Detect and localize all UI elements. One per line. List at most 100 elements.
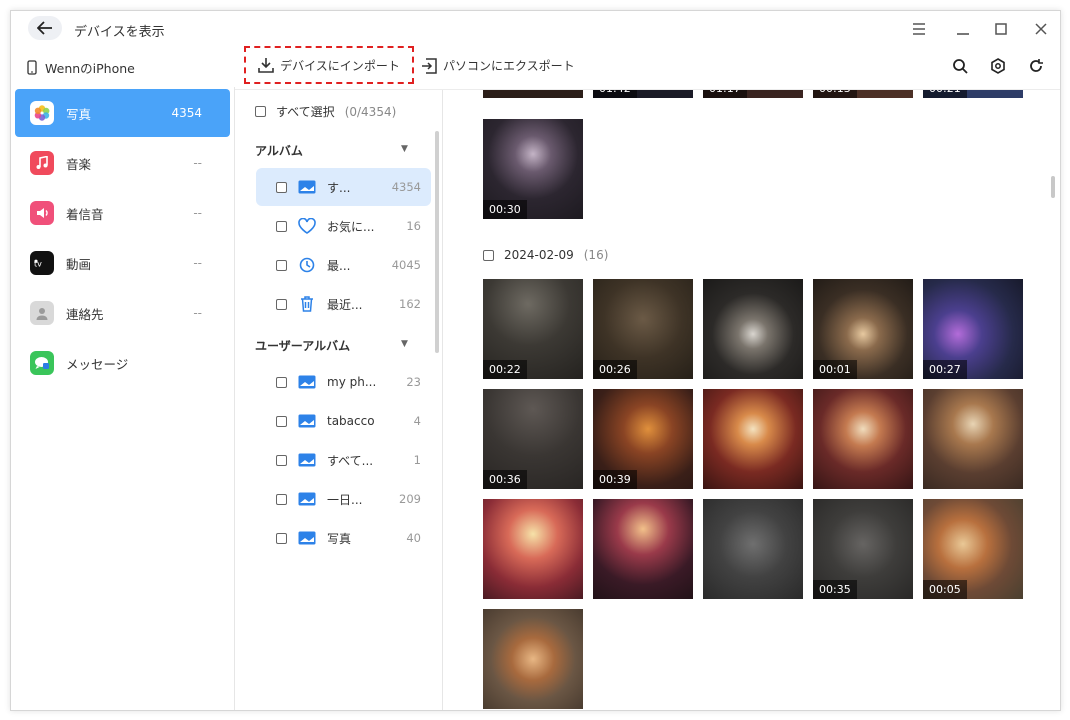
maximize-icon: [995, 23, 1007, 35]
user-album-item[interactable]: my ph... 23: [256, 363, 431, 401]
chevron-down-icon[interactable]: ▼: [401, 144, 408, 154]
refresh-button[interactable]: [1027, 57, 1045, 75]
sidebar-item-label: 動画: [66, 256, 92, 272]
user-album-item[interactable]: 一日... 209: [256, 480, 431, 518]
sidebar-item-contacts[interactable]: 連絡先 --: [15, 289, 230, 337]
sidebar-item-messages[interactable]: メッセージ: [15, 339, 230, 387]
sidebar-item-music[interactable]: 音楽 --: [15, 139, 230, 187]
video-thumbnail[interactable]: 00:36: [483, 389, 583, 489]
video-thumbnail[interactable]: 00:05: [923, 499, 1023, 599]
section-user-albums-label: ユーザーアルバム: [255, 339, 351, 353]
album-item-favorites[interactable]: お気に... 16: [256, 207, 431, 245]
video-thumbnail[interactable]: 00:39: [593, 389, 693, 489]
photo-thumbnail[interactable]: [703, 279, 803, 379]
video-thumbnail[interactable]: 00:01: [813, 279, 913, 379]
video-thumbnail[interactable]: 00:35: [813, 499, 913, 599]
album-name: my ph...: [327, 375, 377, 389]
checkbox[interactable]: [276, 493, 287, 505]
ringtone-icon: [30, 201, 54, 225]
maximize-button[interactable]: [991, 19, 1011, 39]
video-thumbnail[interactable]: 01:17: [703, 90, 803, 98]
sidebar-item-label: 着信音: [66, 206, 104, 222]
image-icon: [298, 529, 316, 547]
section-user-albums-header[interactable]: ユーザーアルバム: [255, 337, 350, 354]
select-all-label: すべて選択: [276, 105, 335, 119]
video-thumbnail[interactable]: 01:42: [593, 90, 693, 98]
trash-icon: [298, 295, 316, 313]
device-selector[interactable]: WennのiPhone: [27, 58, 135, 77]
video-duration: 00:22: [483, 360, 527, 379]
video-thumbnail[interactable]: 00:27: [923, 279, 1023, 379]
minimize-button[interactable]: [953, 19, 973, 39]
checkbox[interactable]: [276, 220, 287, 232]
album-item-recent[interactable]: 最... 4045: [256, 246, 431, 284]
album-count: 23: [406, 375, 421, 389]
select-all-checkbox[interactable]: すべて選択 (0/4354): [255, 103, 396, 120]
image-icon: [298, 490, 316, 508]
import-to-device-button[interactable]: デバイスにインポート: [244, 46, 414, 84]
video-thumbnail[interactable]: 00:30: [483, 119, 583, 219]
sidebar-item-label: メッセージ: [66, 356, 129, 372]
video-duration: 01:42: [593, 90, 637, 98]
sidebar-item-videos[interactable]: tv 動画 --: [15, 239, 230, 287]
chevron-down-icon[interactable]: ▼: [401, 339, 408, 349]
checkbox[interactable]: [276, 298, 287, 310]
photo-thumbnail[interactable]: [483, 499, 583, 599]
photo-thumbnail[interactable]: [703, 389, 803, 489]
album-name: 写真: [327, 531, 352, 546]
video-duration: 00:27: [923, 360, 967, 379]
photo-thumbnail[interactable]: [593, 499, 693, 599]
album-count: 4045: [391, 258, 421, 272]
section-albums-label: アルバム: [255, 144, 303, 158]
checkbox[interactable]: [255, 106, 266, 117]
close-button[interactable]: [1031, 19, 1051, 39]
video-thumbnail[interactable]: 00:13: [813, 90, 913, 98]
menu-button[interactable]: [909, 19, 929, 39]
image-icon: [298, 451, 316, 469]
checkbox[interactable]: [276, 259, 287, 271]
sidebar-item-photos[interactable]: 写真 4354: [15, 89, 230, 137]
minimize-icon: [957, 33, 969, 35]
checkbox[interactable]: [276, 181, 287, 193]
photo-thumbnail[interactable]: [813, 389, 913, 489]
album-name: tabacco: [327, 414, 375, 428]
photo-thumbnail[interactable]: [923, 389, 1023, 489]
photo-thumbnail[interactable]: [483, 90, 583, 98]
checkbox[interactable]: [483, 249, 494, 261]
sidebar-item-label: 音楽: [66, 156, 92, 172]
video-duration: 00:01: [813, 360, 857, 379]
video-thumbnail[interactable]: 00:26: [593, 279, 693, 379]
checkbox[interactable]: [276, 376, 287, 388]
video-thumbnail[interactable]: 00:21: [923, 90, 1023, 98]
album-scrollbar[interactable]: [435, 131, 439, 353]
user-album-item[interactable]: tabacco 4: [256, 402, 431, 440]
photo-thumbnail[interactable]: [483, 609, 583, 709]
album-count: 162: [399, 297, 421, 311]
album-name: す...: [327, 180, 351, 195]
album-count: 16: [406, 219, 421, 233]
user-album-item[interactable]: すべて... 1: [256, 441, 431, 479]
album-item-deleted[interactable]: 最近... 162: [256, 285, 431, 323]
search-button[interactable]: [951, 57, 969, 75]
photo-scrollbar[interactable]: [1051, 176, 1055, 198]
sidebar-item-ringtones[interactable]: 着信音 --: [15, 189, 230, 237]
settings-button[interactable]: [989, 57, 1007, 75]
video-thumbnail[interactable]: 00:22: [483, 279, 583, 379]
checkbox[interactable]: [276, 415, 287, 427]
checkbox[interactable]: [276, 532, 287, 544]
video-duration: 00:39: [593, 470, 637, 489]
photo-thumbnail[interactable]: [703, 499, 803, 599]
section-albums-header[interactable]: アルバム: [255, 142, 303, 159]
back-button[interactable]: [28, 16, 62, 40]
search-icon: [953, 59, 968, 74]
date-group-header[interactable]: 2024-02-09 (16): [483, 248, 608, 262]
user-album-item[interactable]: 写真 40: [256, 519, 431, 557]
sidebar-item-count: --: [193, 306, 202, 320]
image-icon: [298, 373, 316, 391]
checkbox[interactable]: [276, 454, 287, 466]
album-count: 40: [406, 531, 421, 545]
export-to-pc-button[interactable]: パソコンにエクスポート: [421, 57, 575, 74]
video-duration: 00:26: [593, 360, 637, 379]
album-item-all[interactable]: す... 4354: [256, 168, 431, 206]
video-duration: 00:35: [813, 580, 857, 599]
